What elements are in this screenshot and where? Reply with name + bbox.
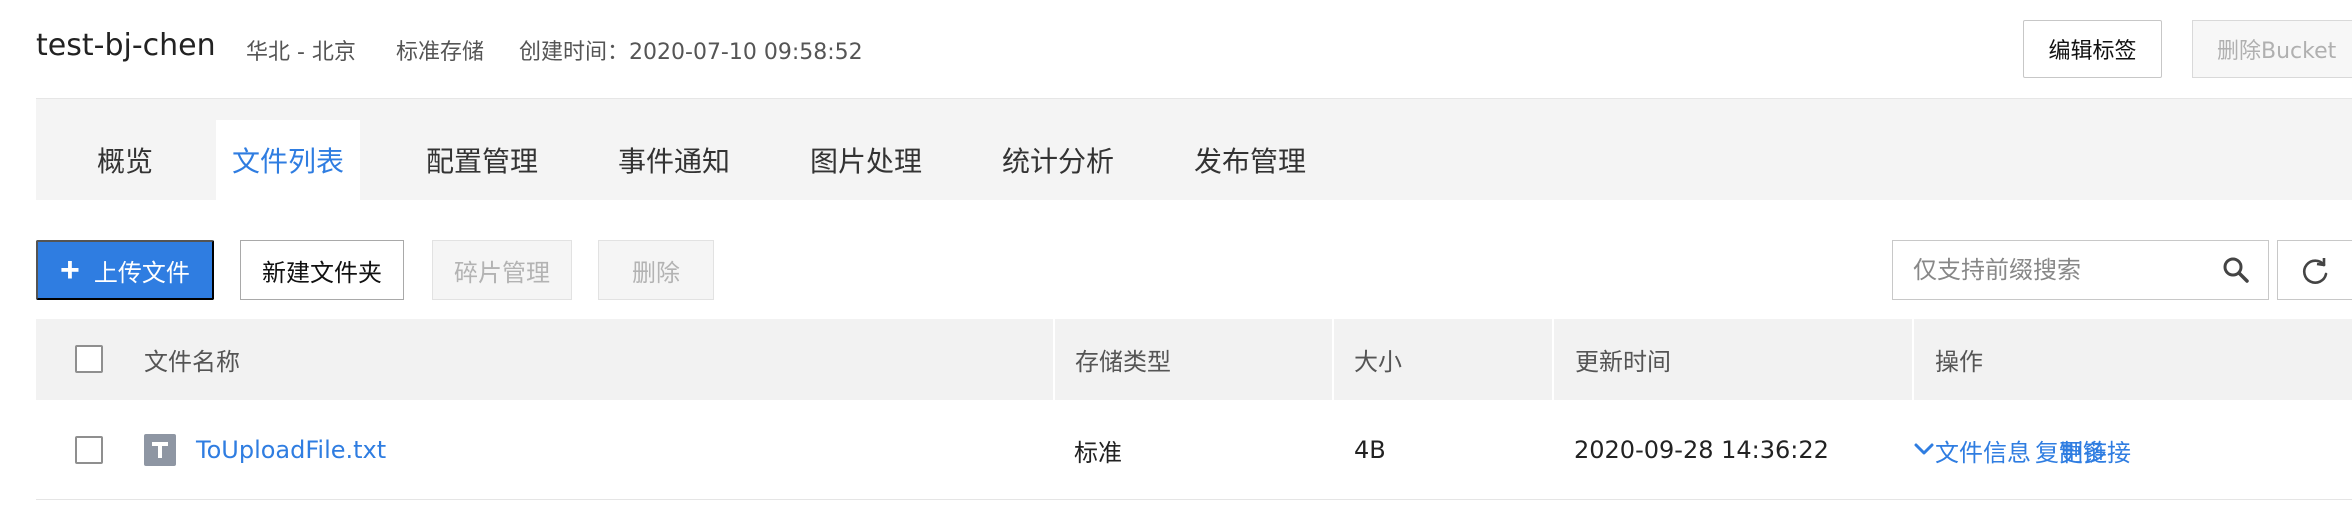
bucket-file-list-page: test-bj-chen 华北 - 北京 标准存储 创建时间：2020-07-1… [0,0,2352,506]
refresh-icon [2302,258,2328,284]
upload-file-button[interactable]: + 上传文件 [36,240,214,300]
delete-bucket-button[interactable]: 删除Bucket [2192,20,2352,78]
tab-image-processing[interactable]: 图片处理 [776,120,956,200]
file-size: 4B [1354,436,1386,464]
column-separator [1332,319,1334,400]
upload-file-label: 上传文件 [93,259,190,287]
tab-overview[interactable]: 概览 [60,120,190,200]
column-updated-time: 更新时间 [1575,348,1671,376]
file-storage-type: 标准 [1074,438,1122,467]
new-folder-button[interactable]: 新建文件夹 [240,240,404,300]
column-separator [1053,319,1055,400]
bucket-storage-class: 标准存储 [396,40,485,65]
bucket-header: test-bj-chen 华北 - 北京 标准存储 创建时间：2020-07-1… [36,0,2352,99]
text-file-icon [144,434,176,466]
tab-event-notify[interactable]: 事件通知 [584,120,764,200]
column-storage-type: 存储类型 [1075,348,1171,376]
column-file-name: 文件名称 [144,348,240,376]
column-separator [1912,319,1914,400]
select-all-checkbox[interactable] [75,345,103,373]
row-checkbox[interactable] [75,436,103,464]
file-updated-time: 2020-09-28 14:36:22 [1574,436,1829,464]
edit-tags-button[interactable]: 编辑标签 [2023,20,2162,78]
tab-file-list[interactable]: 文件列表 [216,120,360,200]
bucket-created-time: 创建时间：2020-07-10 09:58:52 [519,34,863,66]
bucket-name: test-bj-chen [36,28,216,63]
plus-icon: + [60,251,80,289]
bucket-region: 华北 - 北京 [246,40,356,65]
tab-bar: 概览 文件列表 配置管理 事件通知 图片处理 统计分析 发布管理 [36,99,2352,200]
column-separator [1552,319,1554,400]
table-row: ToUploadFile.txt 标准 4B 2020-09-28 14:36:… [36,400,2352,500]
search-input[interactable] [1893,241,2193,299]
chevron-down-icon[interactable] [1913,438,1935,460]
column-size: 大小 [1354,348,1402,376]
more-actions-link[interactable]: 更多 [2059,400,2107,500]
created-label: 创建时间： [519,40,630,65]
fragment-management-button[interactable]: 碎片管理 [432,240,572,300]
tab-statistics[interactable]: 统计分析 [968,120,1148,200]
column-actions: 操作 [1935,348,1983,376]
table-header: 文件名称 存储类型 大小 更新时间 操作 [36,319,2352,400]
file-name-link[interactable]: ToUploadFile.txt [196,400,386,500]
search-box [1892,240,2269,300]
created-value: 2020-07-10 09:58:52 [629,40,863,65]
delete-button[interactable]: 删除 [598,240,714,300]
tab-config[interactable]: 配置管理 [392,120,572,200]
tab-publish[interactable]: 发布管理 [1160,120,1340,200]
search-icon[interactable] [2222,256,2250,284]
file-info-link[interactable]: 文件信息 [1935,400,2031,500]
refresh-button[interactable] [2277,240,2352,300]
